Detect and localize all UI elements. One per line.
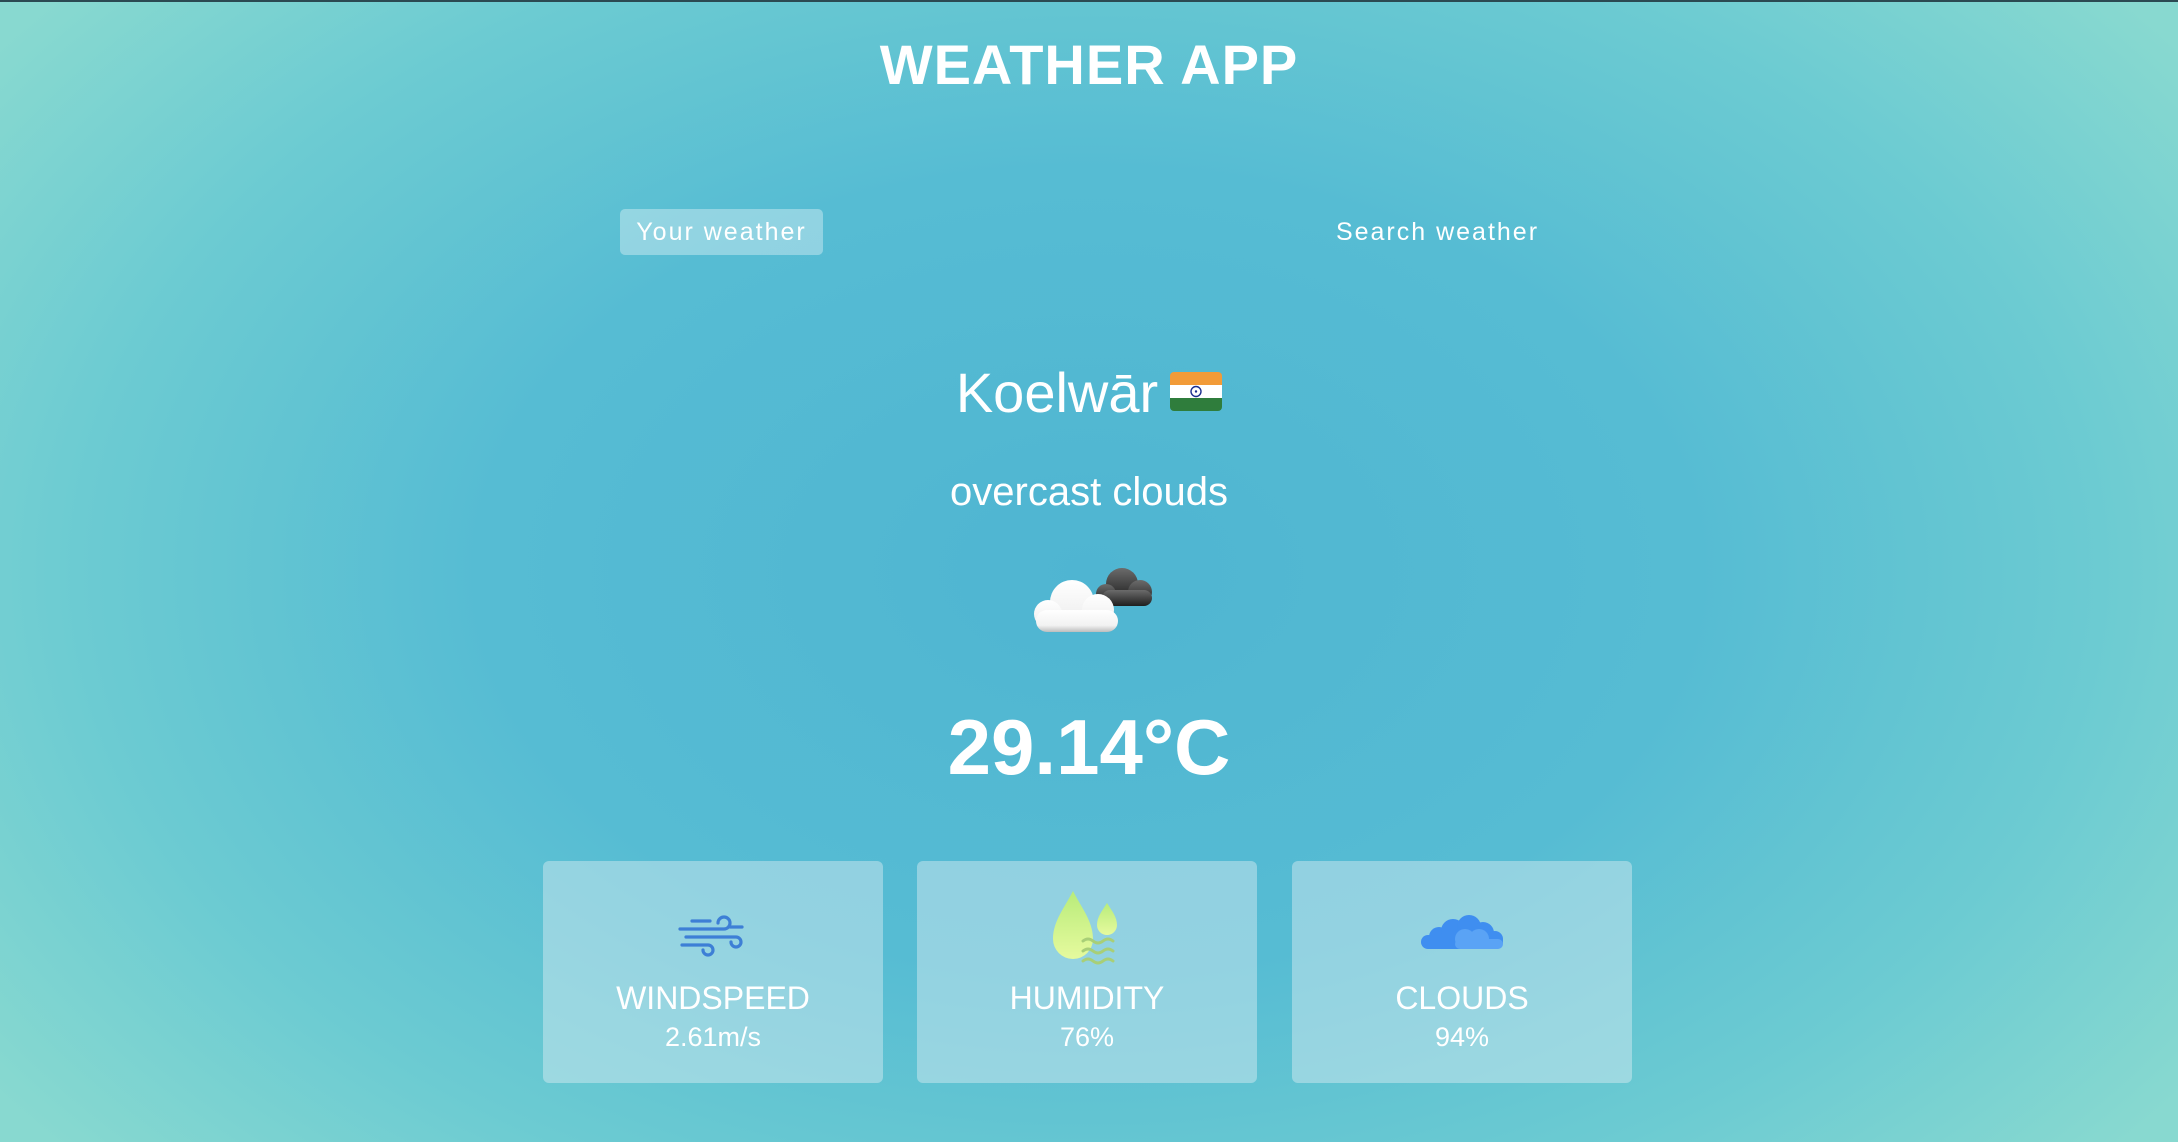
- windspeed-value: 2.61m/s: [664, 1022, 762, 1052]
- clouds-icon: [1292, 889, 1632, 971]
- clouds-card: CLOUDS 94%: [1292, 861, 1632, 1083]
- windspeed-label: WINDSPEED: [616, 980, 810, 1016]
- tab-bar: Your weather Search weather: [0, 209, 2178, 255]
- app-title: WEATHER APP: [879, 33, 1299, 96]
- humidity-label: HUMIDITY: [1009, 980, 1165, 1016]
- weather-description: overcast clouds: [950, 470, 1228, 514]
- india-flag-icon: [1170, 371, 1223, 411]
- humidity-icon: [917, 889, 1257, 971]
- temperature: 29.14°C: [947, 703, 1231, 791]
- clouds-value: 94%: [1434, 1022, 1490, 1052]
- city-name: Koelwār: [955, 361, 1159, 424]
- windspeed-card: WINDSPEED 2.61m/s: [543, 861, 883, 1083]
- location-heading: Koelwār: [0, 359, 2178, 427]
- clouds-label: CLOUDS: [1395, 980, 1529, 1016]
- tab-search-weather[interactable]: Search weather: [1320, 209, 1555, 255]
- tab-your-weather[interactable]: Your weather: [620, 209, 823, 255]
- wind-icon: [543, 889, 883, 971]
- humidity-value: 76%: [1059, 1022, 1115, 1052]
- weather-stats: WINDSPEED 2.61m/s HUMIDITY 76% CLOUDS 94…: [0, 861, 2178, 1083]
- overcast-clouds-icon: [1020, 562, 1160, 642]
- humidity-card: HUMIDITY 76%: [917, 861, 1257, 1083]
